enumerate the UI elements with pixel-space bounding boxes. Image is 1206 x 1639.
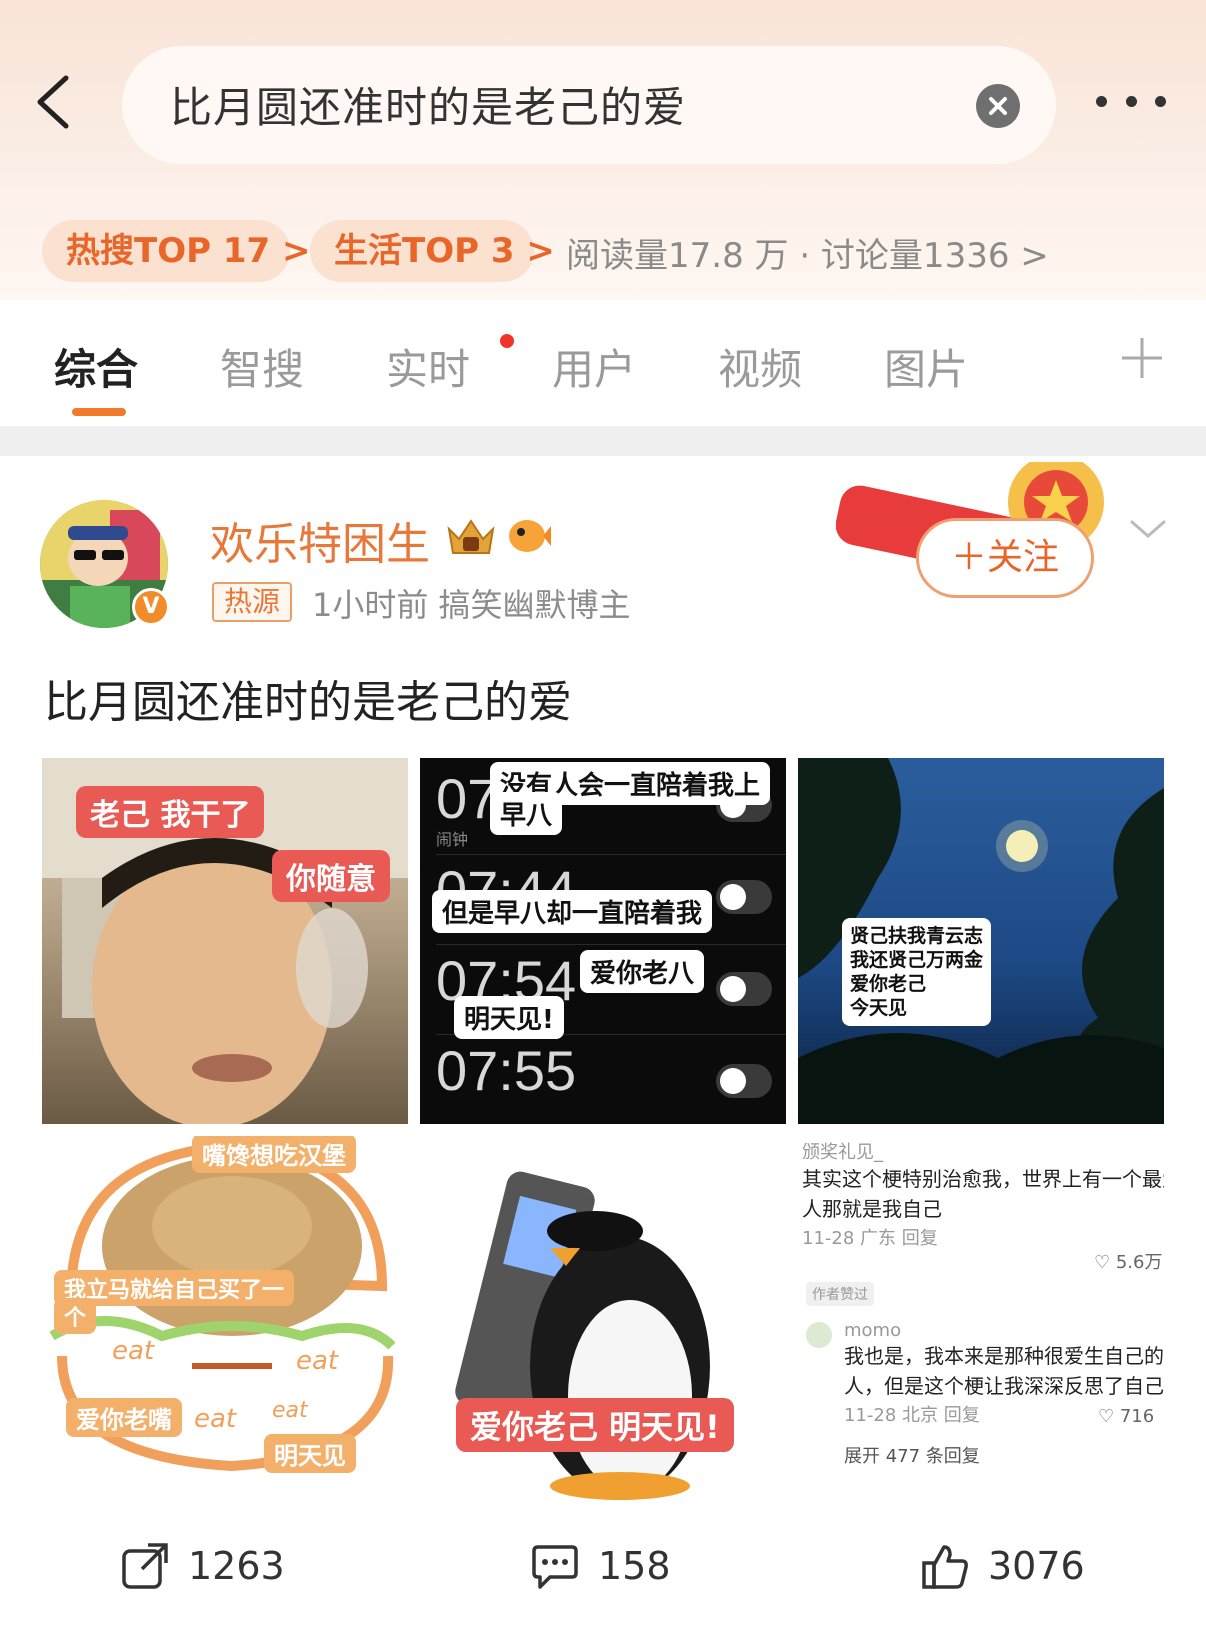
active-tab-indicator [72,408,126,416]
repost-count: 1263 [188,1544,285,1588]
comment-avatar [806,1322,832,1348]
repost-button[interactable]: 1263 [120,1536,285,1596]
tab-bar: 综合 智搜 实时 用户 视频 图片 [0,300,1206,426]
section-divider [0,426,1206,456]
post-meta: 1小时前 搞笑幽默博主 [312,586,631,624]
burger-tag-see: 明天见 [264,1434,356,1473]
meme-bubble-1b: 早八 [490,792,563,835]
moon-caption: 贤己扶我青云志 我还贤己万两金 爱你老己 今天见 [842,918,992,1026]
tab-video[interactable]: 视频 [718,336,802,397]
add-tab-icon[interactable] [1120,336,1164,380]
alarm-toggle-3 [716,972,772,1006]
comment-icon [532,1545,578,1589]
share-icon [122,1543,168,1589]
crown-badge-icon [447,519,495,554]
eat-label-3: eat [194,1404,237,1434]
meme-tag-right: 你随意 [272,850,390,902]
post-image-3[interactable]: 贤己扶我青云志 我还贤己万两金 爱你老己 今天见 [798,758,1164,1124]
post-image-1[interactable]: 老己 我干了 你随意 [42,758,408,1124]
penguin-caption: 爱你老己 明天见! [456,1398,734,1452]
post-image-4[interactable]: 嘴馋想吃汉堡 我立马就给自己买了一 个 eat eat eat eat 爱你老嘴… [42,1136,408,1502]
tab-images[interactable]: 图片 [884,336,968,397]
alarm-time-1: 07 [436,767,499,830]
verified-badge-icon: V [132,588,170,626]
burger-tag-mid2: 个 [54,1298,97,1334]
burger-tag-love: 爱你老嘴 [66,1398,182,1437]
burger-tag-top: 嘴馋想吃汉堡 [192,1136,356,1173]
fish-badge-icon [509,520,551,552]
eat-label-2: eat [296,1346,339,1376]
hot-search-rank-tag[interactable]: 热搜TOP 17 > [42,220,311,282]
tab-realtime[interactable]: 实时 [386,336,470,397]
alarm-toggle-2 [716,880,772,914]
more-options-icon[interactable] [1096,86,1166,116]
back-icon[interactable] [30,72,74,132]
chevron-down-icon[interactable] [1128,514,1168,544]
comment-1: 颁奖礼见_ 其实这个梗特别治愈我，世界上有一个最爱 人那就是我自己 11-28 … [802,1142,1164,1249]
notification-dot [500,334,514,348]
search-input[interactable]: 比月圆还准时的是老己的爱 [122,46,1056,164]
comment-1-likes: ♡ 5.6万 [1094,1252,1163,1273]
follow-button[interactable]: ＋关注 [916,518,1094,598]
search-query-text: 比月圆还准时的是老己的爱 [170,83,687,132]
comment-count: 158 [598,1544,671,1588]
life-rank-tag[interactable]: 生活TOP 3 > [310,220,555,282]
clear-icon[interactable] [976,84,1020,128]
comment-2-likes: ♡ 716 [1098,1406,1155,1427]
alarm-time-4: 07:55 [436,1039,577,1102]
meme-bubble-2: 但是早八却一直陪着我 [432,890,713,933]
username[interactable]: 欢乐特困生 [210,508,430,572]
meme-bubble-3: 爱你老八 [580,950,705,993]
alarm-toggle-4 [716,1064,772,1098]
like-button[interactable]: 3076 [920,1536,1085,1596]
read-discuss-stats[interactable]: 阅读量17.8 万 · 讨论量1336 > [566,228,1049,277]
tab-comprehensive[interactable]: 综合 [54,336,138,397]
thumbs-up-icon [922,1545,968,1589]
meme-tag-top: 老己 我干了 [76,786,265,838]
post-text: 比月圆还准时的是老己的爱 [44,677,572,728]
post-image-2[interactable]: 07 闹钟 07:44 07:54 07:55 没有人会一直陪着我上 早八 但是… [420,758,786,1124]
post-image-5[interactable]: 爱你老己 明天见! [420,1136,786,1502]
alarm-label: 闹钟 [436,830,469,849]
tab-smart-search[interactable]: 智搜 [220,336,304,397]
eat-label-1: eat [112,1336,155,1366]
hot-source-badge: 热源 [212,582,292,622]
eat-label-4: eat [272,1398,308,1423]
comment-button[interactable]: 158 [530,1536,671,1596]
post-image-6[interactable]: 颁奖礼见_ 其实这个梗特别治愈我，世界上有一个最爱 人那就是我自己 11-28 … [798,1136,1164,1502]
tab-users[interactable]: 用户 [552,336,636,397]
meme-bubble-4: 明天见! [454,996,564,1039]
expand-replies: 展开 477 条回复 [844,1446,980,1467]
like-count: 3076 [988,1544,1085,1588]
author-liked-badge: 作者赞过 [806,1282,874,1306]
